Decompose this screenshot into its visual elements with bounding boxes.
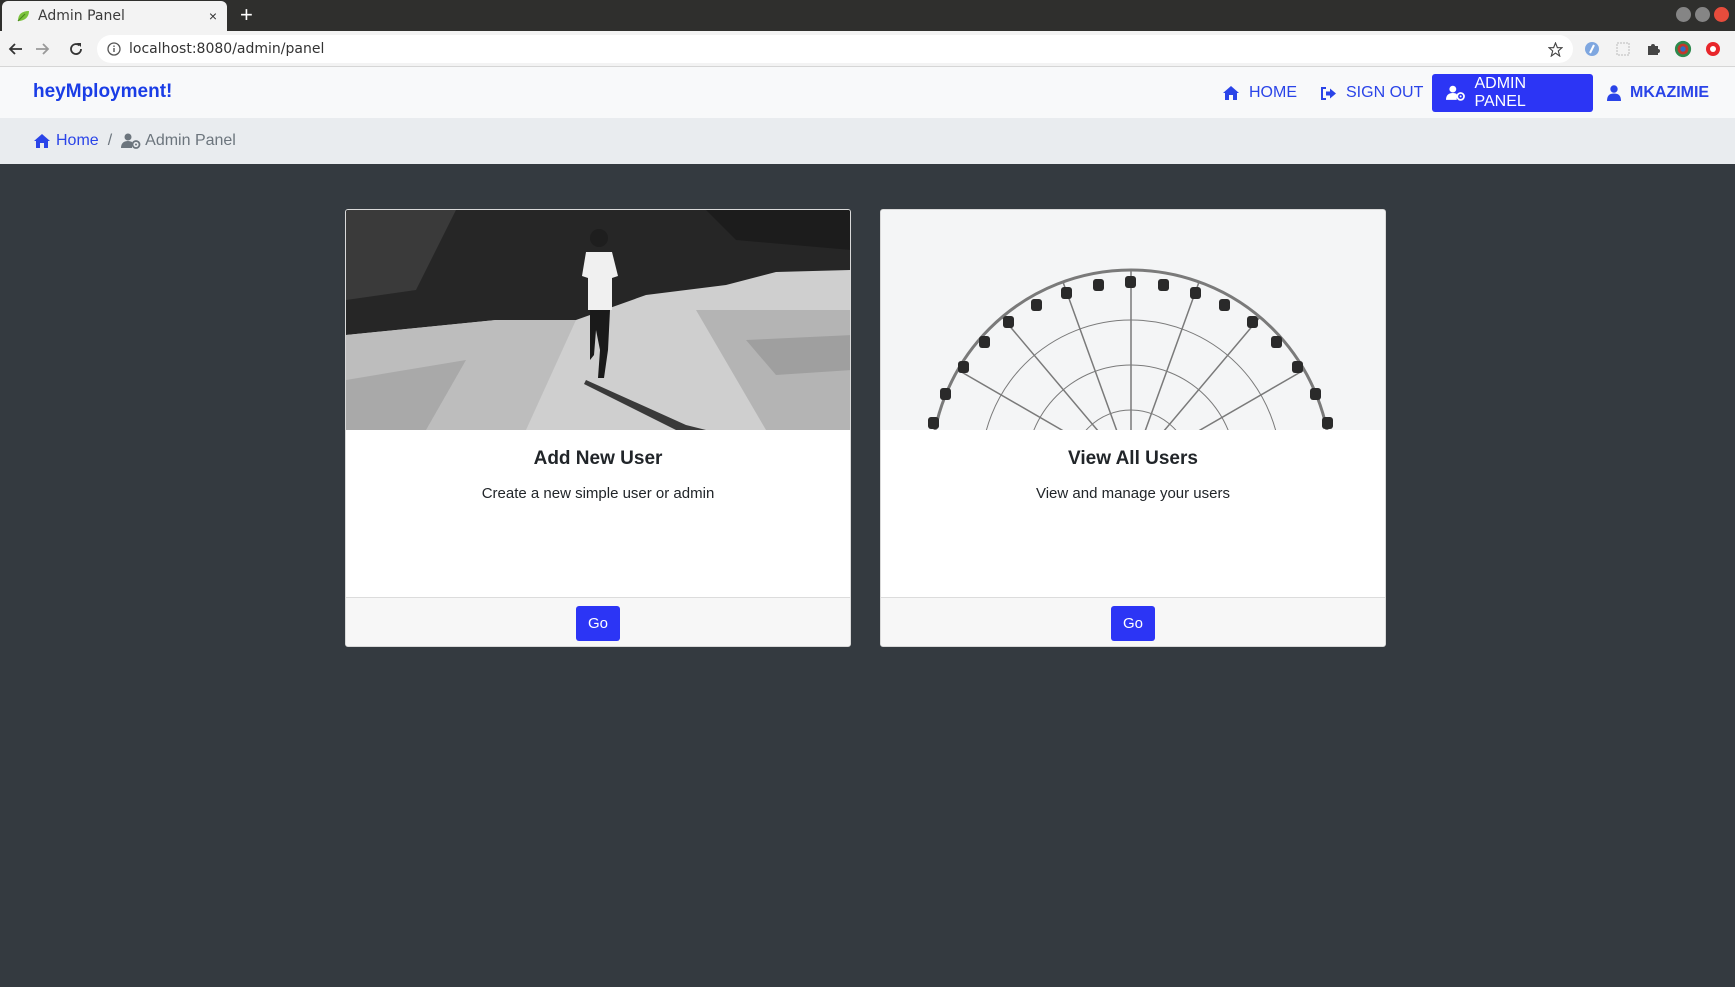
extension-grey-icon[interactable] — [1614, 40, 1632, 58]
arrow-left-icon — [8, 43, 22, 55]
browser-tab[interactable]: Admin Panel × — [2, 1, 227, 31]
user-cog-icon — [1446, 85, 1465, 101]
nav-admin-panel-label: ADMIN PANEL — [1474, 75, 1527, 110]
app-navbar: heyMployment! HOME SIGN OUT ADMIN PANEL … — [0, 67, 1735, 118]
leaf-favicon-icon — [17, 11, 29, 22]
window-controls — [1676, 7, 1729, 22]
breadcrumb-home[interactable]: Home — [33, 132, 99, 150]
forward-button[interactable] — [32, 39, 52, 59]
add-user-card: Add New User Create a new simple user or… — [345, 209, 851, 647]
breadcrumb-separator: / — [107, 132, 113, 149]
browser-toolbar: localhost:8080/admin/panel — [0, 31, 1735, 67]
person-walking-photo — [346, 210, 850, 430]
back-button[interactable] — [6, 39, 26, 59]
bookmark-star-icon[interactable] — [1548, 41, 1563, 57]
url-text: localhost:8080/admin/panel — [129, 41, 325, 57]
puzzle-extensions-icon[interactable] — [1644, 40, 1662, 58]
brand-logo[interactable]: heyMployment! — [33, 81, 172, 103]
card-text: Create a new simple user or admin — [481, 485, 715, 502]
reload-icon — [70, 43, 82, 55]
user-icon — [1607, 85, 1621, 101]
breadcrumb-current-label: Admin Panel — [145, 132, 236, 149]
card-body: View All Users View and manage your user… — [881, 430, 1385, 597]
view-users-card: View All Users View and manage your user… — [880, 209, 1386, 647]
nav-sign-out[interactable]: SIGN OUT — [1306, 74, 1437, 112]
user-cog-icon — [121, 133, 141, 149]
maximize-button[interactable] — [1695, 7, 1710, 22]
home-icon — [34, 134, 50, 148]
view-users-go-button[interactable]: Go — [1111, 605, 1155, 641]
home-icon — [1223, 86, 1239, 100]
card-body: Add New User Create a new simple user or… — [346, 430, 850, 597]
tab-title: Admin Panel — [38, 8, 125, 24]
card-text: View and manage your users — [1035, 485, 1230, 502]
tab-close-icon[interactable]: × — [209, 8, 217, 24]
breadcrumb: Home / Admin Panel — [0, 118, 1735, 164]
nav-user-profile[interactable]: MKAZIMIE — [1593, 74, 1723, 112]
ferris-wheel-photo — [881, 210, 1385, 430]
nav-home[interactable]: HOME — [1208, 74, 1311, 112]
address-bar[interactable]: localhost:8080/admin/panel — [97, 35, 1573, 63]
extension-blue-icon[interactable] — [1583, 40, 1601, 58]
close-window-button[interactable] — [1714, 7, 1729, 22]
nav-admin-panel[interactable]: ADMIN PANEL — [1432, 74, 1593, 112]
new-tab-button[interactable]: + — [240, 4, 253, 26]
card-footer: Go — [346, 597, 850, 646]
nav-home-label: HOME — [1249, 84, 1297, 101]
card-footer: Go — [881, 597, 1385, 646]
extension-red-icon[interactable] — [1704, 40, 1722, 58]
reload-button[interactable] — [66, 39, 86, 59]
add-user-go-button[interactable]: Go — [576, 605, 620, 641]
nav-sign-out-label: SIGN OUT — [1346, 84, 1424, 101]
arrow-right-icon — [36, 43, 50, 55]
breadcrumb-current: Admin Panel — [121, 132, 236, 150]
sign-out-icon — [1321, 86, 1336, 100]
breadcrumb-home-label: Home — [56, 132, 99, 149]
card-title: View All Users — [1068, 448, 1198, 469]
nav-username: MKAZIMIE — [1630, 84, 1710, 101]
browser-tabstrip: Admin Panel × + — [0, 0, 1735, 31]
card-title: Add New User — [533, 448, 663, 469]
profile-avatar-icon[interactable] — [1674, 40, 1692, 58]
info-icon — [107, 42, 121, 56]
minimize-button[interactable] — [1676, 7, 1691, 22]
